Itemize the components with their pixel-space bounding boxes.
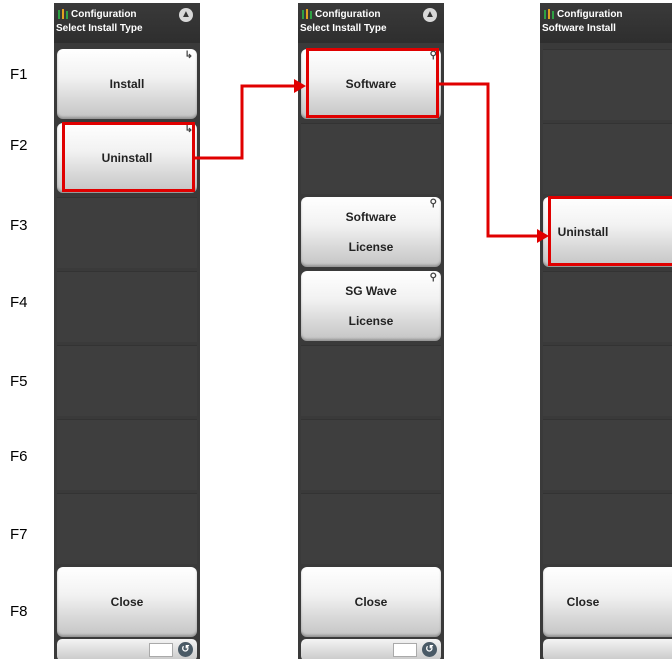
- arrow-uninstall-to-software: [195, 84, 300, 160]
- arrowhead-2: [537, 229, 549, 243]
- flow-arrows: [195, 79, 549, 243]
- arrowhead-1: [294, 79, 306, 93]
- arrow-software-to-uninstall: [439, 82, 543, 238]
